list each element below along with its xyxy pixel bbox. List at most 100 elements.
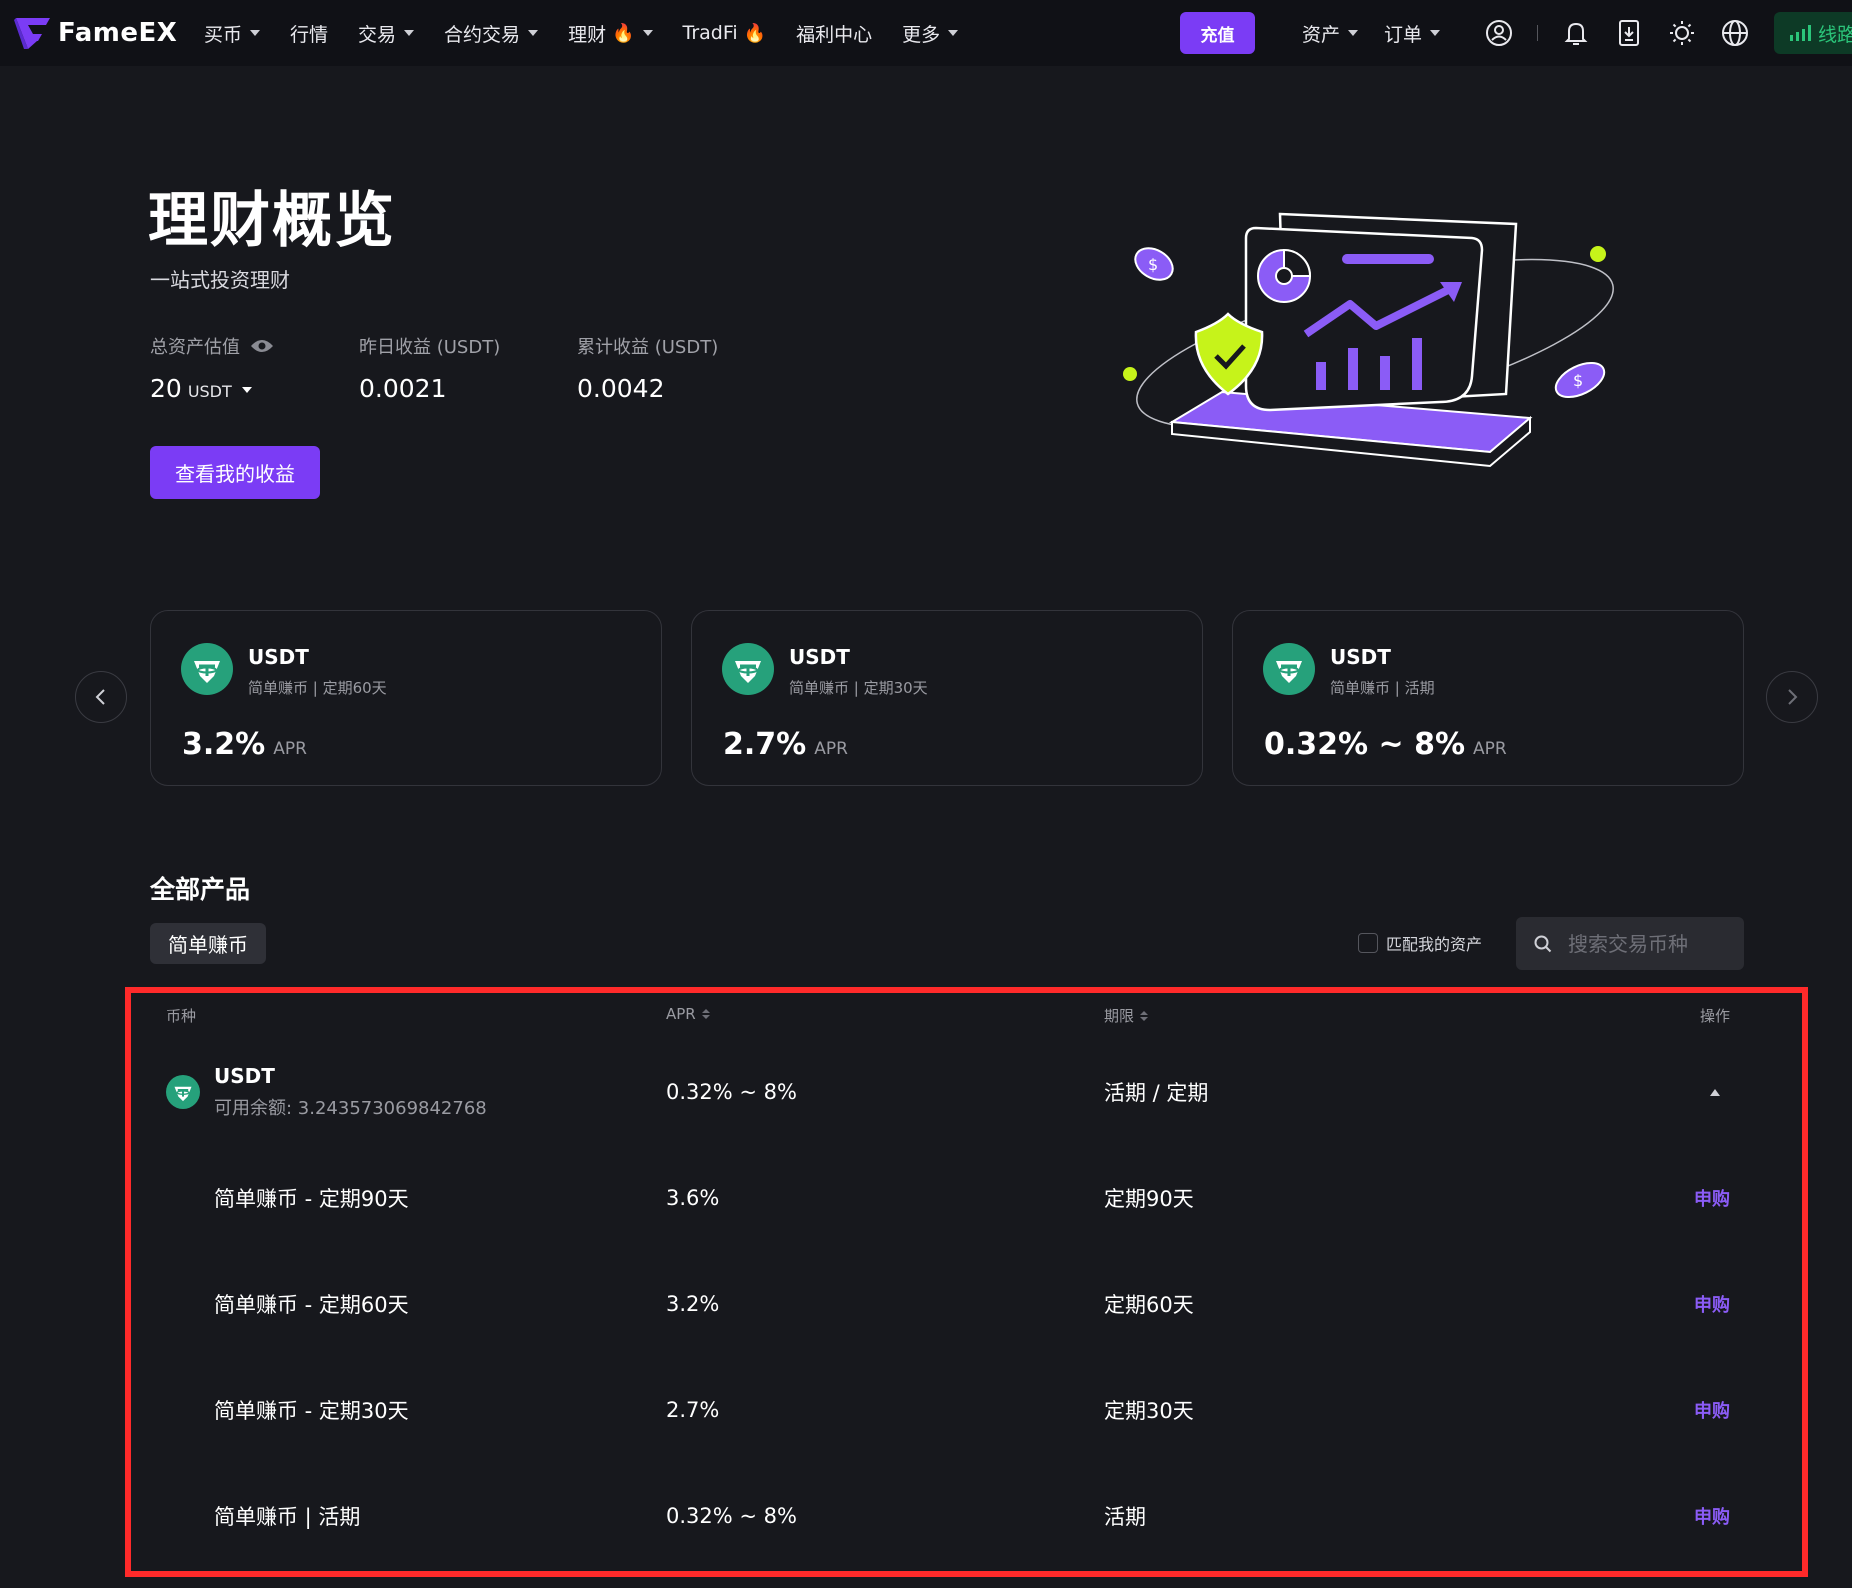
usdt-coin-icon [1263,643,1315,695]
apr-cell: 0.32% ~ 8% [666,1080,797,1104]
menu-rewards-center[interactable]: 福利中心 [796,20,872,47]
usdt-coin-icon [181,643,233,695]
term-cell: 活期 / 定期 [1104,1081,1209,1105]
download-icon[interactable] [1614,18,1644,48]
bell-icon[interactable] [1561,18,1591,48]
chevron-down-icon [241,387,252,393]
tab-simple-earn[interactable]: 简单赚币 [150,923,266,964]
eye-icon[interactable] [250,338,274,354]
carousel-next-button[interactable] [1766,671,1818,723]
menu-more[interactable]: 更多 [902,20,959,47]
page-subtitle: 一站式投资理财 [150,268,290,292]
stat-label: 累计收益 (USDT) [577,337,719,358]
chevron-down-icon [250,30,261,36]
stat-label: 昨日收益 (USDT) [359,337,501,358]
term-cell: 定期90天 [1104,1187,1194,1211]
match-assets-checkbox[interactable] [1358,933,1378,953]
search-icon [1534,935,1552,952]
theme-sun-icon[interactable] [1667,18,1697,48]
product-card[interactable]: USDT 简单赚币 | 定期60天 3.2% APR [150,610,662,786]
menu-trade[interactable]: 交易 [358,20,415,47]
match-assets-label: 匹配我的资产 [1386,935,1483,954]
card-description: 简单赚币 | 活期 [1330,679,1435,697]
menu-orders[interactable]: 订单 [1384,20,1441,47]
currency-unit: USDT [187,382,232,401]
coin-cell: USDT 可用余额: 3.243573069842768 [166,1062,487,1122]
chevron-up-icon [1710,1088,1720,1096]
header-action: 操作 [1700,1005,1730,1026]
table-header: 币种 APR 期限 操作 [166,1005,1730,1029]
card-apr-label: APR [814,739,848,759]
apr-cell: 2.7% [666,1398,720,1422]
card-apr-label: APR [273,739,307,759]
card-coin-name: USDT [1330,645,1391,669]
header-coin: 币种 [166,1005,196,1026]
carousel-prev-button[interactable] [75,671,127,723]
product-name-cell: 简单赚币 - 定期30天 [214,1399,409,1423]
user-icon[interactable] [1484,18,1514,48]
deposit-button[interactable]: 充值 [1180,12,1255,54]
table-row: 简单赚币 | 活期 0.32% ~ 8% 活期 申购 [166,1486,1730,1546]
stat-value: 20 [150,374,182,403]
menu-label: 交易 [358,23,397,46]
term-cell: 定期30天 [1104,1399,1194,1423]
signal-icon [1790,25,1811,41]
total-assets-value-row[interactable]: 20 USDT [150,374,274,403]
hero-illustration: $ $ [1123,212,1614,468]
card-description: 简单赚币 | 定期30天 [789,679,928,697]
chevron-right-icon [1788,689,1798,705]
stat-label-row: 总资产估值 [150,334,274,358]
flame-icon: 🔥 [743,22,767,44]
card-rate: 0.32% ~ 8% [1264,727,1466,762]
menu-earn[interactable]: 理财 🔥 [568,20,653,47]
menu-tradfi[interactable]: TradFi 🔥 [683,22,767,44]
card-coin-name: USDT [248,645,309,669]
table-row: 简单赚币 - 定期60天 3.2% 定期60天 申购 [166,1274,1730,1334]
menu-markets[interactable]: 行情 [290,20,328,47]
globe-icon[interactable] [1720,18,1750,48]
card-coin-name: USDT [789,645,850,669]
header-label: 币种 [166,1007,197,1025]
nav-divider [1537,25,1538,41]
stat-total-assets: 总资产估值 20 USDT [150,334,274,403]
account-menu: 资产 订单 [1302,0,1466,66]
usdt-coin-icon [166,1075,200,1109]
table-row: 简单赚币 - 定期90天 3.6% 定期90天 申购 [166,1168,1730,1228]
stat-value: 0.0021 [359,374,447,403]
search-box[interactable] [1516,917,1744,970]
term-cell: 活期 [1104,1505,1146,1529]
network-line-button[interactable]: 线路 [1774,12,1852,54]
collapse-toggle[interactable] [1710,1062,1720,1122]
menu-label: 合约交易 [444,23,521,46]
header-term-sort[interactable]: 期限 [1104,1005,1149,1026]
table-row: 简单赚币 - 定期30天 2.7% 定期30天 申购 [166,1380,1730,1440]
chevron-down-icon [1430,30,1441,36]
apr-cell: 0.32% ~ 8% [666,1504,797,1528]
view-earnings-button[interactable]: 查看我的收益 [150,446,320,499]
sort-icon [1140,1010,1149,1021]
product-card[interactable]: USDT 简单赚币 | 活期 0.32% ~ 8% APR [1232,610,1744,786]
card-rate: 3.2% [182,727,266,762]
header-apr-sort[interactable]: APR [666,1005,710,1023]
menu-label: 更多 [902,23,941,46]
subscribe-button[interactable]: 申购 [1694,1168,1730,1228]
stat-yesterday-earnings: 昨日收益 (USDT) 0.0021 [359,334,500,403]
subscribe-button[interactable]: 申购 [1694,1274,1730,1334]
subscribe-button[interactable]: 申购 [1694,1380,1730,1440]
logo[interactable]: FameEX [14,14,177,52]
stat-cumulative-earnings: 累计收益 (USDT) 0.0042 [577,334,718,403]
search-input[interactable] [1568,931,1738,956]
svg-text:$: $ [1148,255,1158,274]
menu-label: TradFi [682,22,738,44]
match-assets-filter[interactable]: 匹配我的资产 [1358,931,1482,955]
menu-assets[interactable]: 资产 [1302,20,1359,47]
card-rate: 2.7% [723,727,807,762]
menu-futures[interactable]: 合约交易 [444,20,539,47]
table-row-usdt[interactable]: USDT 可用余额: 3.243573069842768 0.32% ~ 8% … [166,1062,1730,1122]
menu-buy-crypto[interactable]: 买币 [204,20,261,47]
menu-label: 福利中心 [796,23,873,46]
svg-text:$: $ [1573,371,1583,390]
product-card[interactable]: USDT 简单赚币 | 定期30天 2.7% APR [691,610,1203,786]
subscribe-button[interactable]: 申购 [1694,1486,1730,1546]
chevron-left-icon [95,689,105,705]
